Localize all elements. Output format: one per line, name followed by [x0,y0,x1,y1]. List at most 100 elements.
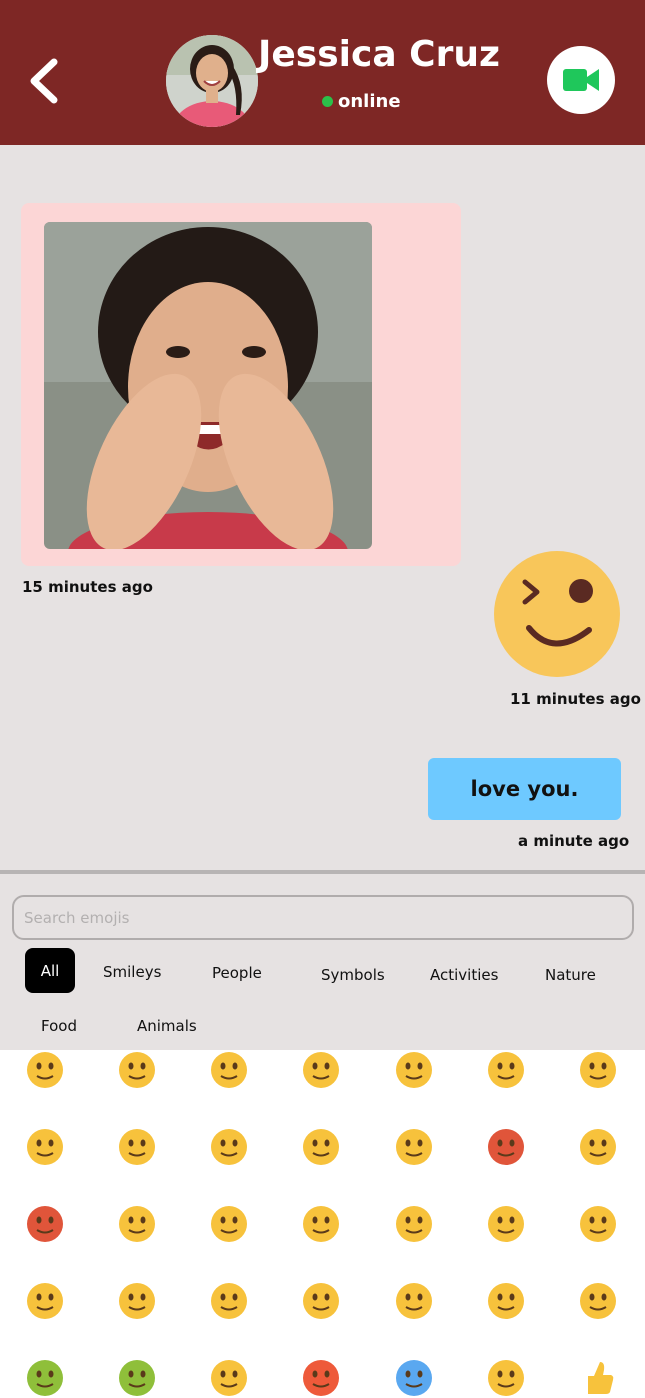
emoji-face-icon [27,1360,63,1396]
emoji-button[interactable] [299,1050,343,1092]
emoji-button[interactable] [299,1356,343,1398]
emoji-face-icon [580,1283,616,1319]
emoji-button[interactable] [23,1356,67,1398]
image-message-bubble[interactable] [21,203,461,566]
video-call-button[interactable] [547,46,615,114]
chat-header: Jessica Cruz online [0,0,645,145]
emoji-face-icon [396,1206,432,1242]
emoji-face-icon [119,1129,155,1165]
winking-smiley-sticker [494,551,620,677]
emoji-button[interactable] [299,1279,343,1323]
emoji-button[interactable] [576,1202,620,1246]
emoji-face-icon [27,1129,63,1165]
emoji-button[interactable] [115,1125,159,1169]
emoji-button[interactable] [392,1202,436,1246]
video-camera-icon [563,69,599,91]
emoji-face-icon [27,1052,63,1088]
emoji-face-icon [303,1052,339,1088]
emoji-button[interactable] [576,1279,620,1323]
emoji-face-icon [396,1129,432,1165]
emoji-button[interactable] [207,1125,251,1169]
emoji-button[interactable] [576,1125,620,1169]
emoji-face-icon [488,1283,524,1319]
emoji-face-icon [211,1360,247,1396]
text-message-bubble[interactable]: love you. [428,758,621,820]
emoji-button[interactable] [392,1050,436,1092]
emoji-face-icon [119,1206,155,1242]
emoji-face-icon [488,1360,524,1396]
emoji-face-icon [396,1283,432,1319]
chevron-left-icon [30,58,58,104]
emoji-face-icon [580,1206,616,1242]
emoji-button[interactable] [484,1050,528,1092]
emoji-button[interactable] [207,1356,251,1398]
emoji-button[interactable] [115,1202,159,1246]
emoji-button[interactable] [207,1050,251,1092]
emoji-face-icon [119,1283,155,1319]
emoji-grid[interactable] [0,1050,645,1398]
emoji-face-icon [211,1129,247,1165]
emoji-face-icon [303,1129,339,1165]
tab-people[interactable]: People [212,964,262,982]
emoji-face-icon [488,1129,524,1165]
tab-animals[interactable]: Animals [137,1017,197,1035]
emoji-button[interactable] [115,1279,159,1323]
emoji-face-icon [396,1360,432,1396]
emoji-face-icon [488,1052,524,1088]
contact-name: Jessica Cruz [258,34,500,75]
emoji-face-icon [303,1283,339,1319]
emoji-button[interactable] [23,1279,67,1323]
emoji-face-icon [488,1206,524,1242]
emoji-face-icon [119,1360,155,1396]
emoji-face-icon [396,1052,432,1088]
online-dot-icon [322,96,333,107]
emoji-button[interactable] [484,1202,528,1246]
emoji-face-icon [119,1052,155,1088]
emoji-button[interactable] [23,1202,67,1246]
emoji-face-icon [27,1283,63,1319]
emoji-button[interactable] [115,1050,159,1092]
message-text: love you. [470,777,579,801]
emoji-button[interactable] [392,1279,436,1323]
emoji-face-icon [580,1360,616,1396]
emoji-face-icon [211,1283,247,1319]
emoji-button[interactable] [576,1356,620,1398]
tab-all[interactable]: All [25,948,75,993]
emoji-button[interactable] [299,1125,343,1169]
emoji-face-icon [303,1360,339,1396]
message-timestamp: 11 minutes ago [510,690,641,708]
online-status: online [322,91,401,112]
status-label: online [338,91,401,112]
emoji-button[interactable] [392,1125,436,1169]
emoji-button[interactable] [484,1125,528,1169]
emoji-button[interactable] [576,1050,620,1092]
emoji-face-icon [211,1052,247,1088]
emoji-button[interactable] [484,1279,528,1323]
emoji-face-icon [303,1206,339,1242]
emoji-search-input[interactable] [12,895,634,940]
emoji-face-icon [580,1052,616,1088]
emoji-button[interactable] [23,1125,67,1169]
emoji-button[interactable] [207,1202,251,1246]
contact-avatar[interactable] [166,35,258,127]
emoji-button[interactable] [299,1202,343,1246]
emoji-button[interactable] [392,1356,436,1398]
tab-activities[interactable]: Activities [430,966,498,984]
shared-photo[interactable] [44,222,372,549]
message-timestamp: 15 minutes ago [22,578,153,596]
tab-symbols[interactable]: Symbols [321,966,385,984]
emoji-button[interactable] [115,1356,159,1398]
emoji-button[interactable] [207,1279,251,1323]
emoji-face-icon [580,1129,616,1165]
message-timestamp: a minute ago [518,832,630,850]
emoji-button[interactable] [23,1050,67,1092]
tab-smileys[interactable]: Smileys [103,963,161,981]
tab-food[interactable]: Food [41,1017,77,1035]
emoji-face-icon [211,1206,247,1242]
emoji-picker: All Smileys People Symbols Activities Na… [0,874,645,1050]
sticker-message[interactable] [493,550,621,678]
tab-nature[interactable]: Nature [545,966,596,984]
back-button[interactable] [22,50,72,110]
message-list[interactable]: 15 minutes ago 11 minutes ago love you. … [0,145,645,870]
emoji-button[interactable] [484,1356,528,1398]
